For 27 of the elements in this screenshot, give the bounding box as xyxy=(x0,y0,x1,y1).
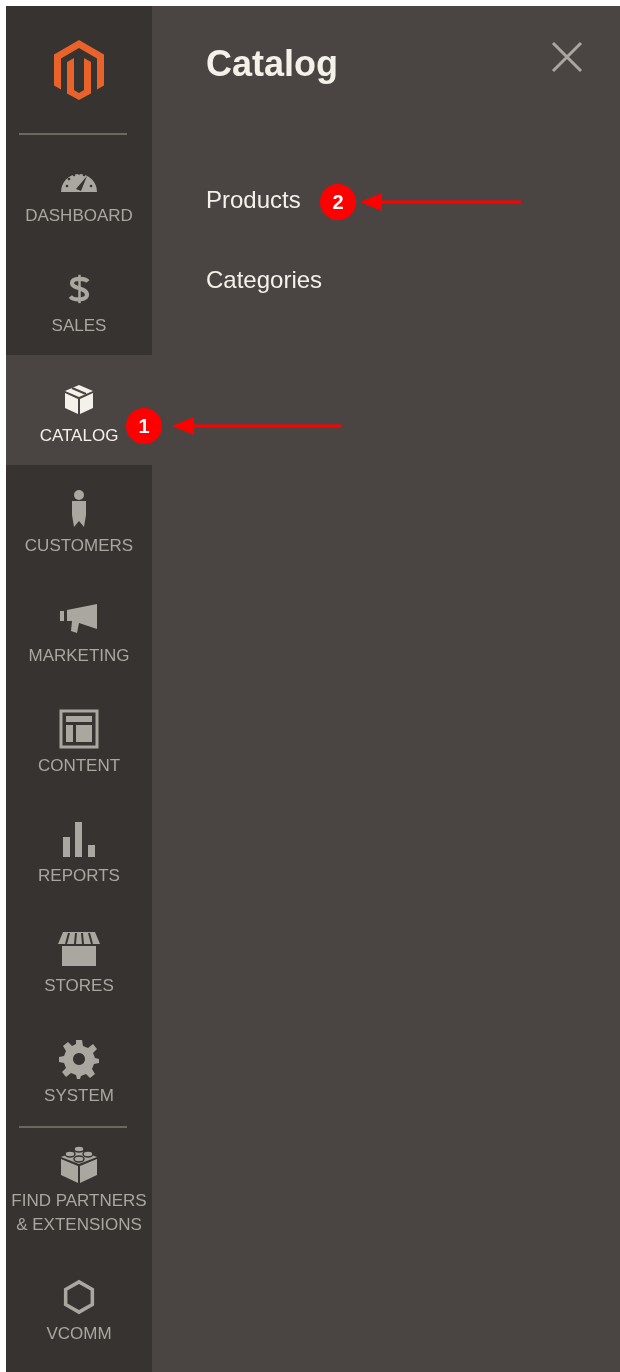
close-icon xyxy=(550,40,584,74)
sidebar-item[interactable]: CUSTOMERS xyxy=(6,465,152,575)
sidebar-item[interactable]: REPORTS xyxy=(6,795,152,905)
callout-badge: 2 xyxy=(320,184,356,220)
sidebar-item[interactable]: DASHBOARD xyxy=(6,135,152,245)
gear-icon xyxy=(59,1039,99,1079)
store-icon xyxy=(57,931,101,967)
sidebar-item[interactable]: MARKETING xyxy=(6,575,152,685)
menu-link[interactable]: Categories xyxy=(206,266,323,294)
menu-link[interactable]: Products xyxy=(206,186,301,214)
sidebar-item[interactable]: VCOMM xyxy=(6,1251,152,1360)
sidebar-item[interactable]: SYSTEM xyxy=(6,1015,152,1125)
layout-icon xyxy=(59,709,99,749)
brick-icon xyxy=(59,1144,99,1184)
sidebar-item[interactable]: CONTENT xyxy=(6,685,152,795)
sidebar-item[interactable]: FIND PARTNERS & EXTENSIONS xyxy=(6,1128,152,1251)
person-icon xyxy=(69,489,89,529)
megaphone-icon xyxy=(59,603,99,635)
box-icon xyxy=(63,383,95,415)
close-button[interactable] xyxy=(550,40,584,74)
logo-icon[interactable] xyxy=(54,39,104,100)
sidebar-item[interactable]: STORES xyxy=(6,905,152,1015)
bar-chart-icon xyxy=(61,821,97,857)
hexagon-icon xyxy=(63,1279,95,1315)
panel-title: Catalog xyxy=(206,42,338,86)
callout-badge: 1 xyxy=(126,408,162,444)
sidebar-item[interactable]: SALES xyxy=(6,245,152,355)
